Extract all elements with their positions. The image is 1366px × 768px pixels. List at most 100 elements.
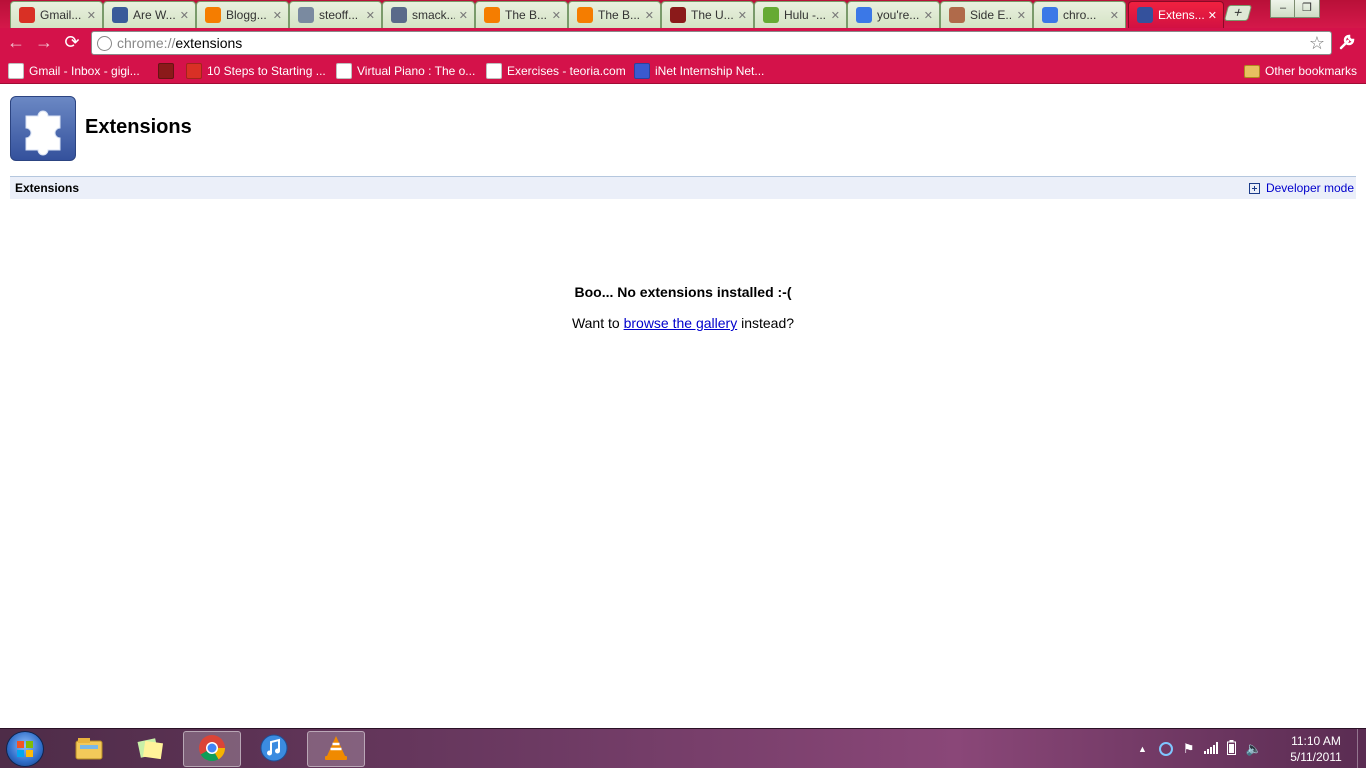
bookmark-star-icon[interactable]: ☆ — [1309, 33, 1325, 54]
browser-tab[interactable]: Side E... ✕ — [940, 1, 1033, 28]
browser-tab[interactable]: Blogg... ✕ — [196, 1, 289, 28]
restore-button[interactable]: ❐ — [1294, 0, 1320, 18]
url-path: extensions — [175, 35, 243, 51]
browser-tab[interactable]: chro... ✕ — [1033, 1, 1126, 28]
empty-state-message: Want to browse the gallery instead? — [0, 315, 1366, 331]
blogger-icon — [577, 7, 593, 23]
browser-tab[interactable]: Extens... ✕ — [1128, 1, 1224, 28]
browser-tab[interactable]: steoff... ✕ — [289, 1, 382, 28]
forward-button[interactable]: → — [33, 32, 55, 54]
taskbar-vlc[interactable] — [307, 731, 365, 767]
google-icon — [1042, 7, 1058, 23]
taskbar-itunes[interactable] — [245, 731, 303, 767]
close-tab-icon[interactable]: ✕ — [1110, 9, 1119, 22]
bookmark-item[interactable]: Gmail - Inbox - gigi... — [8, 62, 140, 80]
bookmark-label: 10 Steps to Starting ... — [207, 64, 326, 78]
empty-suffix: instead? — [737, 315, 795, 331]
close-tab-icon[interactable]: ✕ — [180, 9, 189, 22]
close-tab-icon[interactable]: ✕ — [645, 9, 654, 22]
bookmark-item[interactable] — [158, 62, 179, 80]
page-icon — [949, 7, 965, 23]
bookmark-item[interactable]: Virtual Piano : The o... — [336, 62, 475, 80]
signal-strength-icon[interactable] — [1203, 741, 1218, 757]
page-icon — [391, 7, 407, 23]
empty-state-title: Boo... No extensions installed :-( — [574, 284, 792, 300]
reload-button[interactable]: ⟳ — [61, 32, 83, 54]
network-sync-icon[interactable] — [1158, 742, 1173, 756]
tab-title: Blogg... — [226, 8, 267, 22]
browser-tab[interactable]: Gmail... ✕ — [10, 1, 103, 28]
start-button[interactable] — [6, 731, 44, 767]
close-tab-icon[interactable]: ✕ — [459, 9, 468, 22]
new-tab-button[interactable]: + — [1223, 4, 1253, 21]
tab-title: you're... — [877, 8, 920, 22]
itunes-icon — [260, 734, 288, 765]
close-tab-icon[interactable]: ✕ — [366, 9, 375, 22]
tab-strip: + – ❐ Gmail... ✕ Are W... ✕ Blogg... ✕ steoff.… — [0, 0, 1366, 28]
section-title: Extensions — [15, 181, 80, 195]
close-tab-icon[interactable]: ✕ — [87, 9, 96, 22]
taskbar-chrome[interactable] — [183, 731, 241, 767]
tab-title: The B... — [598, 8, 641, 22]
taskbar-sticky-notes[interactable] — [121, 731, 179, 767]
developer-mode-label: Developer mode — [1265, 181, 1354, 195]
close-tab-icon[interactable]: ✕ — [831, 9, 840, 22]
extensions-logo-icon — [10, 96, 76, 161]
tab-title: The U... — [691, 8, 734, 22]
bookmark-label: Exercises - teoria.com — [507, 64, 626, 78]
close-tab-icon[interactable]: ✕ — [552, 9, 561, 22]
other-bookmarks[interactable]: Other bookmarks — [1244, 62, 1357, 80]
show-desktop-button[interactable] — [1357, 729, 1366, 768]
close-tab-icon[interactable]: ✕ — [738, 9, 747, 22]
tab-title: smack... — [412, 8, 455, 22]
globe-icon — [97, 35, 112, 51]
browser-tab[interactable]: The B... ✕ — [475, 1, 568, 28]
tab-title: Hulu -... — [784, 8, 827, 22]
page-icon — [298, 7, 314, 23]
tab-title: chro... — [1063, 8, 1097, 22]
back-button[interactable]: ← — [5, 32, 27, 54]
inet-icon — [634, 63, 650, 79]
browse-gallery-link[interactable]: browse the gallery — [624, 315, 738, 331]
puzzle-icon — [1137, 7, 1153, 23]
url-scheme: chrome:// — [117, 35, 176, 51]
close-tab-icon[interactable]: ✕ — [273, 9, 282, 22]
browser-tab[interactable]: smack... ✕ — [382, 1, 475, 28]
tab-title: Side E... — [970, 8, 1013, 22]
volume-icon[interactable]: 🔈 — [1246, 741, 1262, 757]
taskbar-explorer[interactable] — [60, 731, 118, 767]
close-tab-icon[interactable]: ✕ — [1017, 9, 1026, 22]
action-center-flag-icon[interactable]: ⚑ — [1183, 741, 1195, 757]
folder-icon — [1244, 64, 1260, 78]
battery-icon[interactable] — [1226, 740, 1236, 758]
tab-title: The B... — [505, 8, 548, 22]
browser-tab[interactable]: Hulu -... ✕ — [754, 1, 847, 28]
developer-mode-toggle[interactable]: Developer mode — [1248, 181, 1354, 195]
browser-tab[interactable]: Are W... ✕ — [103, 1, 196, 28]
bookmarks-bar: Other bookmarks Gmail - Inbox - gigi... 1… — [0, 58, 1366, 84]
browser-tab[interactable]: The B... ✕ — [568, 1, 661, 28]
bookmark-item[interactable]: iNet Internship Net... — [634, 62, 764, 80]
show-hidden-icons[interactable]: ▲ — [1138, 744, 1147, 754]
minimize-button[interactable]: – — [1270, 0, 1296, 18]
blogger-icon — [484, 7, 500, 23]
bookmark-item[interactable]: Exercises - teoria.com — [486, 62, 626, 80]
piano-keys-icon — [486, 63, 502, 79]
close-tab-icon[interactable]: ✕ — [1208, 9, 1217, 22]
gmail-icon — [8, 63, 24, 79]
bookmark-label: iNet Internship Net... — [655, 64, 765, 78]
vlc-icon — [322, 734, 350, 765]
blogger-icon — [205, 7, 221, 23]
bookmark-item[interactable]: 10 Steps to Starting ... — [186, 62, 326, 80]
wrench-menu-icon[interactable] — [1338, 33, 1356, 56]
address-bar[interactable]: chrome://extensions ☆ — [91, 31, 1332, 55]
browser-tab[interactable]: The U... ✕ — [661, 1, 754, 28]
tab-title: Are W... — [133, 8, 176, 22]
system-clock[interactable]: 11:10 AM 5/11/2011 — [1280, 733, 1352, 765]
close-tab-icon[interactable]: ✕ — [924, 9, 933, 22]
sticky-notes-icon — [135, 735, 165, 764]
plus-icon — [1248, 182, 1260, 194]
browser-tab[interactable]: you're... ✕ — [847, 1, 940, 28]
tab-title: Gmail... — [40, 8, 82, 22]
other-bookmarks-label: Other bookmarks — [1265, 64, 1358, 78]
